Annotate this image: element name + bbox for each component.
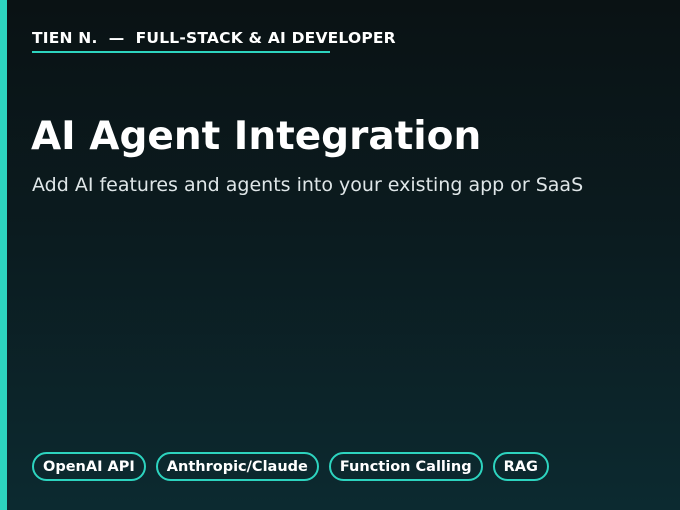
- tag-function-calling: Function Calling: [328, 452, 483, 481]
- byline-underline: [32, 51, 330, 53]
- tag-anthropic-claude: Anthropic/Claude: [155, 452, 319, 481]
- tag-list: OpenAI API Anthropic/Claude Function Cal…: [32, 452, 549, 481]
- tag-rag: RAG: [492, 452, 549, 481]
- author-byline: TIEN N. — FULL-STACK & AI DEVELOPER: [32, 29, 396, 47]
- tag-openai-api: OpenAI API: [32, 452, 146, 481]
- page-subtitle: Add AI features and agents into your exi…: [32, 174, 584, 196]
- page-title: AI Agent Integration: [31, 114, 482, 159]
- accent-bar: [0, 0, 7, 510]
